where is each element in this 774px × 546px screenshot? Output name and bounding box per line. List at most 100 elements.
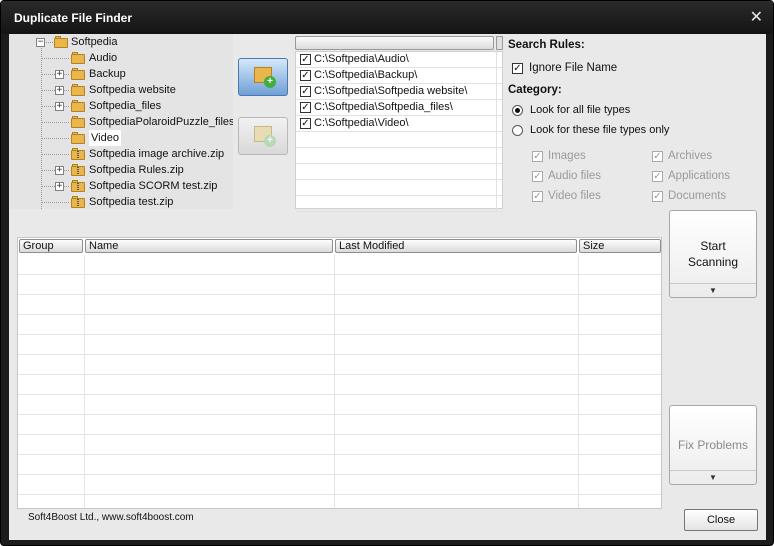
path-checkbox[interactable]: ✓ xyxy=(300,70,311,81)
folder-tree[interactable]: − Softpedia Audio + Backup + Softpedia websi… xyxy=(9,34,233,209)
folder-icon xyxy=(71,132,85,144)
column-header-last-modified[interactable]: Last Modified xyxy=(335,239,577,253)
file-type-label: Archives xyxy=(668,150,713,162)
zip-folder-icon xyxy=(71,148,85,160)
fix-dropdown-arrow-icon[interactable]: ▼ xyxy=(670,473,756,482)
expand-icon[interactable]: + xyxy=(55,102,64,111)
remove-folder-button[interactable]: + xyxy=(238,117,288,155)
fix-problems-button[interactable]: Fix Problems ▼ xyxy=(669,405,757,485)
add-folder-button[interactable]: + xyxy=(238,58,288,96)
folder-icon xyxy=(71,100,85,112)
table-row xyxy=(18,395,661,415)
path-text: C:\Softpedia\Softpedia website\ xyxy=(314,85,468,97)
file-type-label: Audio files xyxy=(548,170,602,182)
path-list-scrollbar[interactable] xyxy=(496,36,503,50)
tree-item[interactable]: + Backup xyxy=(9,66,233,82)
tree-item[interactable]: + Softpedia website xyxy=(9,82,233,98)
column-header-size[interactable]: Size xyxy=(579,239,661,253)
expand-icon[interactable]: + xyxy=(55,166,64,175)
file-type-checkbox[interactable]: ✓ xyxy=(652,151,663,162)
zip-folder-icon xyxy=(71,164,85,176)
look-all-label: Look for all file types xyxy=(530,104,631,116)
tree-item[interactable]: Softpedia image archive.zip xyxy=(9,146,233,162)
close-button[interactable]: Close xyxy=(684,509,758,531)
folder-icon xyxy=(71,68,85,80)
tree-item-label: SoftpediaPolaroidPuzzle_files xyxy=(89,116,233,128)
tree-root[interactable]: − Softpedia xyxy=(9,34,233,50)
tree-item-label: Audio xyxy=(89,52,118,64)
tree-item[interactable]: + Softpedia_files xyxy=(9,98,233,114)
company-footer: Soft4Boost Ltd., www.soft4boost.com xyxy=(28,512,194,523)
path-row[interactable]: ✓ C:\Softpedia\Video\ xyxy=(296,116,502,132)
file-type-checkbox[interactable]: ✓ xyxy=(652,191,663,202)
title-bar[interactable]: Duplicate File Finder ✕ xyxy=(1,1,773,34)
table-row xyxy=(18,355,661,375)
column-header-name[interactable]: Name xyxy=(85,239,333,253)
tree-item-label: Softpedia SCORM test.zip xyxy=(89,180,218,192)
file-type-label: Applications xyxy=(668,170,731,182)
results-grid[interactable]: Group Name Last Modified Size xyxy=(17,237,662,509)
start-scanning-label-1: Start xyxy=(700,239,726,253)
path-row xyxy=(296,164,502,180)
tree-item[interactable]: Video xyxy=(9,130,233,146)
path-row[interactable]: ✓ C:\Softpedia\Audio\ xyxy=(296,52,502,68)
tree-item[interactable]: + Softpedia SCORM test.zip xyxy=(9,178,233,194)
path-row[interactable]: ✓ C:\Softpedia\Backup\ xyxy=(296,68,502,84)
path-list[interactable]: ✓ C:\Softpedia\Audio\ ✓ C:\Softpedia\Backup… xyxy=(295,51,503,212)
path-checkbox[interactable]: ✓ xyxy=(300,86,311,97)
file-type-checkbox[interactable]: ✓ xyxy=(532,191,543,202)
path-row xyxy=(296,148,502,164)
tree-item-label: Softpedia Rules.zip xyxy=(89,164,184,176)
tree-root-label: Softpedia xyxy=(71,36,118,48)
plus-disabled-icon: + xyxy=(264,135,276,147)
search-rules-panel: Search Rules: ✓ Ignore File Name Categor… xyxy=(508,34,766,209)
dropdown-arrow-icon[interactable]: ▼ xyxy=(670,286,756,295)
collapse-icon[interactable]: − xyxy=(36,38,45,47)
file-type-checkbox[interactable]: ✓ xyxy=(652,171,663,182)
folder-icon xyxy=(71,52,85,64)
look-all-radio[interactable] xyxy=(512,105,523,116)
look-these-radio[interactable] xyxy=(512,125,523,136)
file-type-checkbox[interactable]: ✓ xyxy=(532,171,543,182)
tree-item-label: Softpedia test.zip xyxy=(89,196,174,208)
ignore-file-name-checkbox[interactable]: ✓ xyxy=(512,63,523,74)
zip-folder-icon xyxy=(71,180,85,192)
column-header-group[interactable]: Group xyxy=(19,239,83,253)
table-row xyxy=(18,375,661,395)
file-type-label: Images xyxy=(548,150,586,162)
path-row xyxy=(296,180,502,196)
start-scanning-button[interactable]: Start Scanning ▼ xyxy=(669,210,757,298)
close-icon[interactable]: ✕ xyxy=(750,7,763,27)
expand-icon[interactable]: + xyxy=(55,70,64,79)
table-row xyxy=(18,275,661,295)
expand-icon[interactable]: + xyxy=(55,86,64,95)
path-list-header xyxy=(295,36,494,50)
tree-item[interactable]: + Softpedia Rules.zip xyxy=(9,162,233,178)
expand-icon[interactable]: + xyxy=(55,182,64,191)
fix-problems-label: Fix Problems xyxy=(677,438,748,452)
path-row xyxy=(296,196,502,212)
table-row xyxy=(18,315,661,335)
table-row xyxy=(18,495,661,508)
table-row xyxy=(18,335,661,355)
path-text: C:\Softpedia\Backup\ xyxy=(314,69,418,81)
path-checkbox[interactable]: ✓ xyxy=(300,102,311,113)
path-checkbox[interactable]: ✓ xyxy=(300,54,311,65)
file-type-label: Documents xyxy=(668,190,727,202)
table-row xyxy=(18,455,661,475)
look-these-label: Look for these file types only xyxy=(530,124,670,136)
path-text: C:\Softpedia\Audio\ xyxy=(314,53,409,65)
ignore-file-name-label: Ignore File Name xyxy=(529,62,618,74)
folder-icon xyxy=(71,84,85,96)
tree-item-label: Softpedia image archive.zip xyxy=(89,148,225,160)
table-row xyxy=(18,475,661,495)
file-type-checkbox[interactable]: ✓ xyxy=(532,151,543,162)
tree-item-label: Video xyxy=(89,130,121,146)
path-row[interactable]: ✓ C:\Softpedia\Softpedia_files\ xyxy=(296,100,502,116)
path-row[interactable]: ✓ C:\Softpedia\Softpedia website\ xyxy=(296,84,502,100)
tree-item[interactable]: SoftpediaPolaroidPuzzle_files xyxy=(9,114,233,130)
tree-item[interactable]: Softpedia test.zip xyxy=(9,194,233,209)
tree-item[interactable]: Audio xyxy=(9,50,233,66)
path-checkbox[interactable]: ✓ xyxy=(300,118,311,129)
window-title: Duplicate File Finder xyxy=(14,11,133,25)
